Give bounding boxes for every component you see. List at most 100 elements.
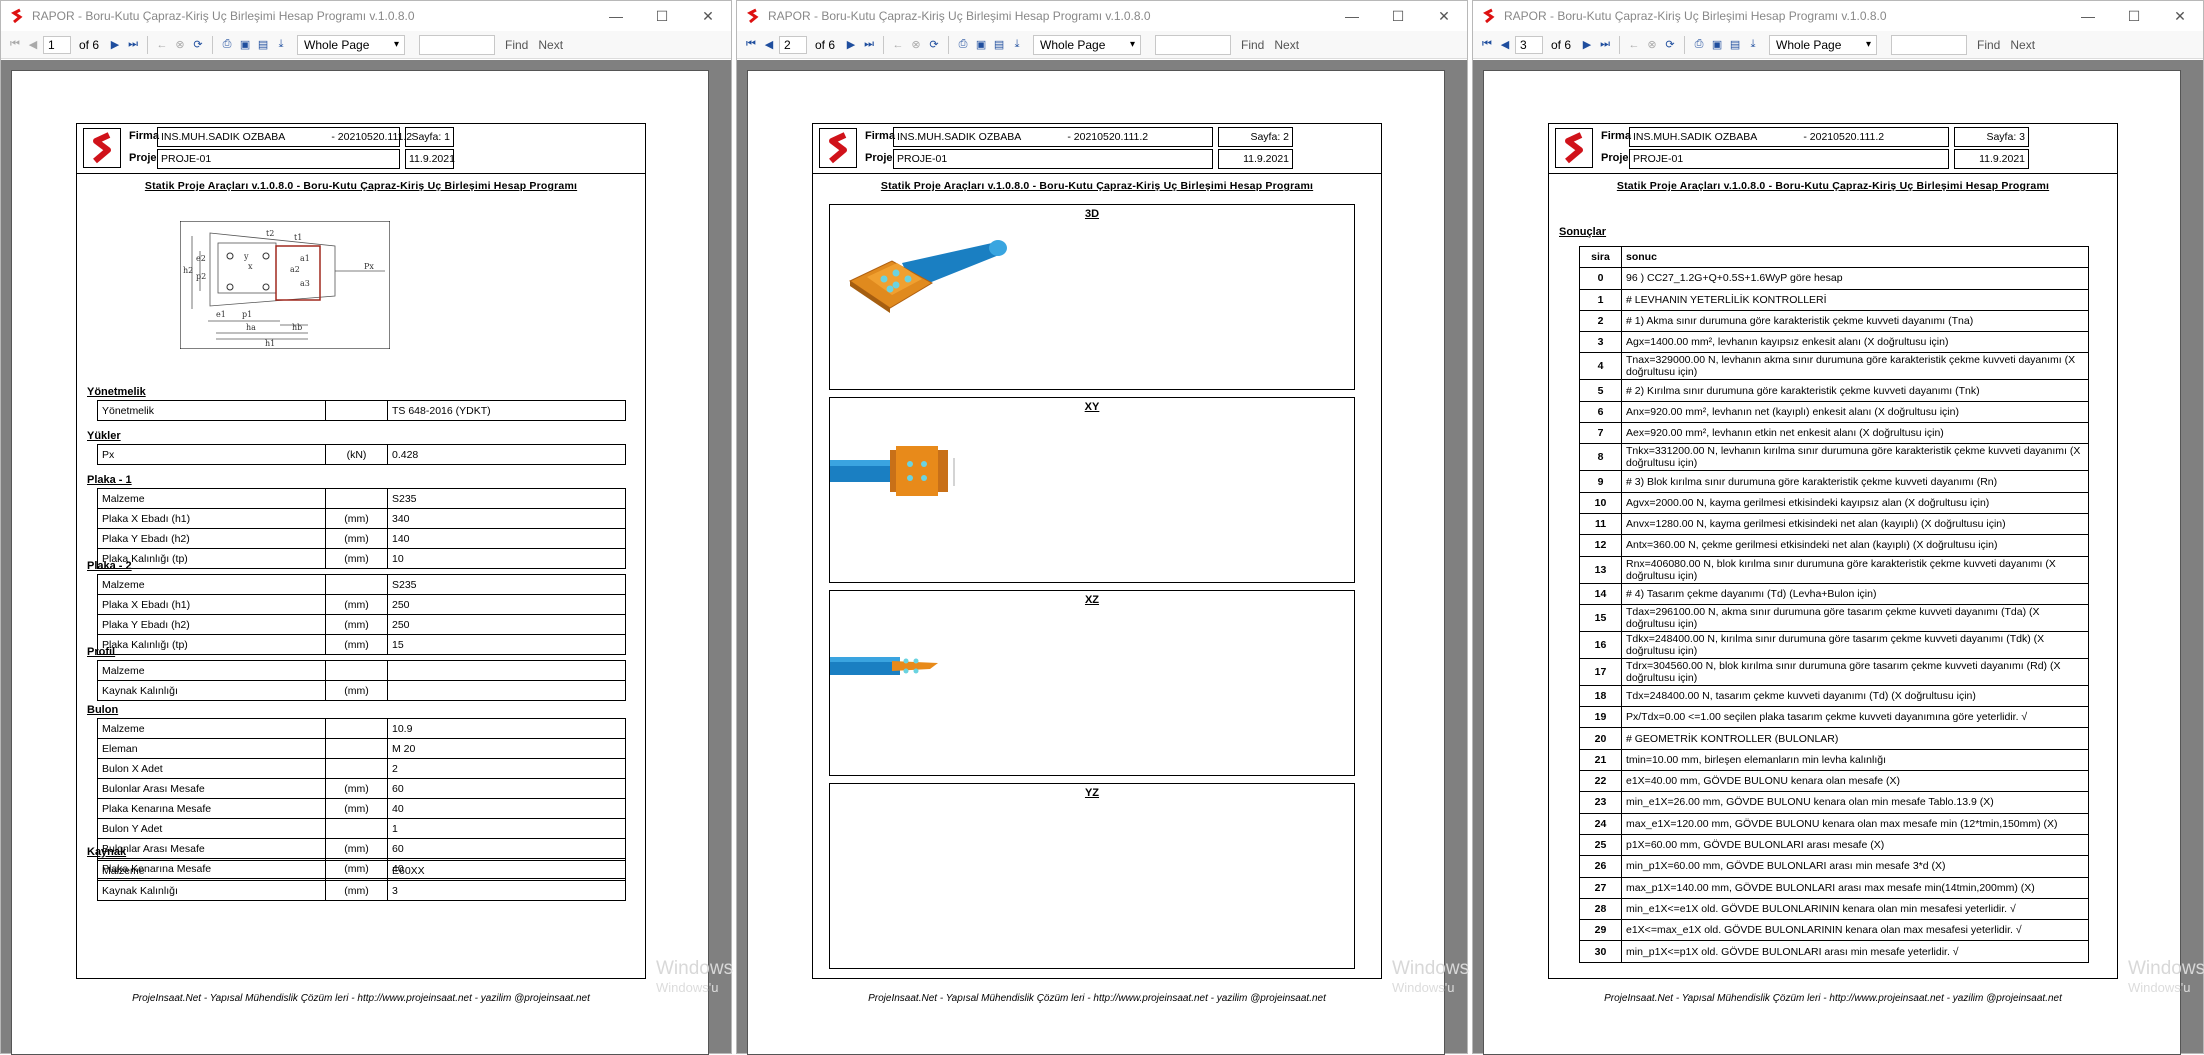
report-viewer[interactable]: Firma Proje INS.MUH.SADIK OZBABA - 20210…: [737, 60, 1469, 1055]
back-icon[interactable]: ←: [890, 37, 906, 53]
print-icon[interactable]: ⎙: [955, 37, 971, 53]
table-row: 19 Px/Tdx=0.00 <=1.00 seçilen plaka tasar…: [1579, 706, 2089, 729]
print-icon[interactable]: ⎙: [219, 37, 235, 53]
stop-icon[interactable]: ⊗: [1644, 37, 1660, 53]
next-link[interactable]: Next: [2010, 38, 2035, 52]
page-label: Sayfa: 1: [405, 127, 454, 147]
model-3d: [848, 240, 1007, 313]
row-index: 28: [1579, 897, 1622, 921]
param-name: Kaynak Kalınlığı: [97, 880, 326, 901]
next-page-icon[interactable]: ▶: [1579, 37, 1595, 53]
prev-page-icon[interactable]: ◀: [25, 37, 41, 53]
zoom-select[interactable]: Whole Page: [297, 34, 406, 55]
report-window-2[interactable]: RAPOR - Boru-Kutu Çapraz-Kiriş Uç Birleş…: [736, 0, 1469, 1055]
table-row: Plaka X Ebadı (h1) (mm) 340: [97, 508, 626, 529]
prev-page-icon[interactable]: ◀: [761, 37, 777, 53]
back-icon[interactable]: ←: [1626, 37, 1642, 53]
find-input[interactable]: [1891, 34, 1968, 55]
row-index: 10: [1579, 491, 1622, 514]
section-heading: Yönetmelik: [87, 386, 146, 398]
maximize-button[interactable]: ☐: [2111, 1, 2157, 31]
export-icon[interactable]: ⤓: [1745, 37, 1761, 53]
maximize-button[interactable]: ☐: [1375, 1, 1421, 31]
report-viewer[interactable]: Firma Proje INS.MUH.SADIK OZBABA - 20210…: [1473, 60, 2204, 1055]
refresh-icon[interactable]: ⟳: [1662, 37, 1678, 53]
diagram-label: p1: [242, 310, 252, 319]
report-page: Firma Proje INS.MUH.SADIK OZBABA - 20210…: [1483, 70, 2181, 1055]
title-bar[interactable]: RAPOR - Boru-Kutu Çapraz-Kiriş Uç Birleş…: [1473, 1, 2203, 31]
find-input[interactable]: [1155, 34, 1232, 55]
param-name: Eleman: [97, 738, 326, 759]
title-bar[interactable]: RAPOR - Boru-Kutu Çapraz-Kiriş Uç Birleş…: [1, 1, 731, 31]
param-value: 10.9: [387, 718, 626, 739]
export-icon[interactable]: ⤓: [1009, 37, 1025, 53]
close-button[interactable]: ✕: [685, 1, 731, 31]
next-link[interactable]: Next: [1274, 38, 1299, 52]
page-count: of 6: [815, 37, 836, 52]
page-setup-icon[interactable]: ▤: [1727, 37, 1743, 53]
close-button[interactable]: ✕: [1421, 1, 1467, 31]
report-viewer[interactable]: Firma Proje INS.MUH.SADIK OZBABA - 20210…: [1, 60, 733, 1055]
view-label: XY: [1084, 401, 1100, 413]
print-layout-icon[interactable]: ▣: [973, 37, 989, 53]
stop-icon[interactable]: ⊗: [172, 37, 188, 53]
find-link[interactable]: Find: [505, 38, 528, 52]
table-row: 3 Agx=1400.00 mm², levhanın kayıpsız enke…: [1579, 331, 2089, 354]
maximize-button[interactable]: ☐: [639, 1, 685, 31]
prev-page-icon[interactable]: ◀: [1497, 37, 1513, 53]
divider: [1619, 35, 1621, 54]
report-date: 11.9.2021: [1218, 149, 1293, 169]
next-page-icon[interactable]: ▶: [843, 37, 859, 53]
page-setup-icon[interactable]: ▤: [991, 37, 1007, 53]
next-page-icon[interactable]: ▶: [107, 37, 123, 53]
input-table: Malzeme E60XX Kaynak Kalınlığı (mm) 3: [97, 860, 626, 901]
close-button[interactable]: ✕: [2157, 1, 2203, 31]
last-page-icon[interactable]: ⏭: [1597, 37, 1613, 53]
section-heading: Kaynak: [87, 846, 127, 858]
find-link[interactable]: Find: [1977, 38, 2000, 52]
param-name: Malzeme: [97, 488, 326, 509]
result-text: Tnax=329000.00 N, levhanın akma sınır du…: [1621, 352, 2089, 381]
print-layout-icon[interactable]: ▣: [1709, 37, 1725, 53]
report-window-3[interactable]: RAPOR - Boru-Kutu Çapraz-Kiriş Uç Birleş…: [1472, 0, 2204, 1055]
refresh-icon[interactable]: ⟳: [190, 37, 206, 53]
find-input[interactable]: [419, 34, 496, 55]
view-xy: XY: [829, 397, 1355, 583]
param-unit: (mm): [325, 594, 388, 615]
results-table: sira sonuc 0 96 ) CC27_1.2G+Q+0.5S+1.6WyP g…: [1579, 245, 2089, 963]
title-bar[interactable]: RAPOR - Boru-Kutu Çapraz-Kiriş Uç Birleş…: [737, 1, 1467, 31]
back-icon[interactable]: ←: [154, 37, 170, 53]
report-window-1[interactable]: RAPOR - Boru-Kutu Çapraz-Kiriş Uç Birleş…: [0, 0, 733, 1055]
view-yz: YZ: [829, 783, 1355, 969]
page-label: Sayfa: 3: [1954, 127, 2029, 147]
result-text: Agx=1400.00 mm², levhanın kayıpsız enkes…: [1621, 331, 2089, 354]
zoom-select[interactable]: Whole Page: [1769, 34, 1878, 55]
proje-value: PROJE-01: [157, 149, 400, 169]
result-text: Tdx=248400.00 N, tasarım çekme kuvveti d…: [1621, 684, 2089, 708]
first-page-icon[interactable]: ⏮: [743, 37, 759, 53]
page-number-input[interactable]: 3: [1515, 35, 1543, 54]
table-row: 17 Tdrx=304560.00 N, blok kırılma sınır d…: [1579, 657, 2089, 686]
export-icon[interactable]: ⤓: [273, 37, 289, 53]
first-page-icon[interactable]: ⏮: [1479, 37, 1495, 53]
page-number-input[interactable]: 1: [43, 35, 71, 54]
table-row: Yönetmelik TS 648-2016 (YDKT): [97, 400, 626, 421]
table-row: Bulon X Adet 2: [97, 758, 626, 779]
refresh-icon[interactable]: ⟳: [926, 37, 942, 53]
first-page-icon[interactable]: ⏮: [7, 37, 23, 53]
print-icon[interactable]: ⎙: [1691, 37, 1707, 53]
last-page-icon[interactable]: ⏭: [861, 37, 877, 53]
minimize-button[interactable]: —: [2065, 1, 2111, 31]
minimize-button[interactable]: —: [593, 1, 639, 31]
page-setup-icon[interactable]: ▤: [255, 37, 271, 53]
next-link[interactable]: Next: [538, 38, 563, 52]
last-page-icon[interactable]: ⏭: [125, 37, 141, 53]
minimize-button[interactable]: —: [1329, 1, 1375, 31]
report-footer: ProjeInsaat.Net - Yapısal Mühendislik Çö…: [1604, 993, 2062, 1004]
find-link[interactable]: Find: [1241, 38, 1264, 52]
page-number-input[interactable]: 2: [779, 35, 807, 54]
stop-icon[interactable]: ⊗: [908, 37, 924, 53]
zoom-select[interactable]: Whole Page: [1033, 34, 1142, 55]
print-layout-icon[interactable]: ▣: [237, 37, 253, 53]
param-name: Yönetmelik: [97, 400, 326, 421]
